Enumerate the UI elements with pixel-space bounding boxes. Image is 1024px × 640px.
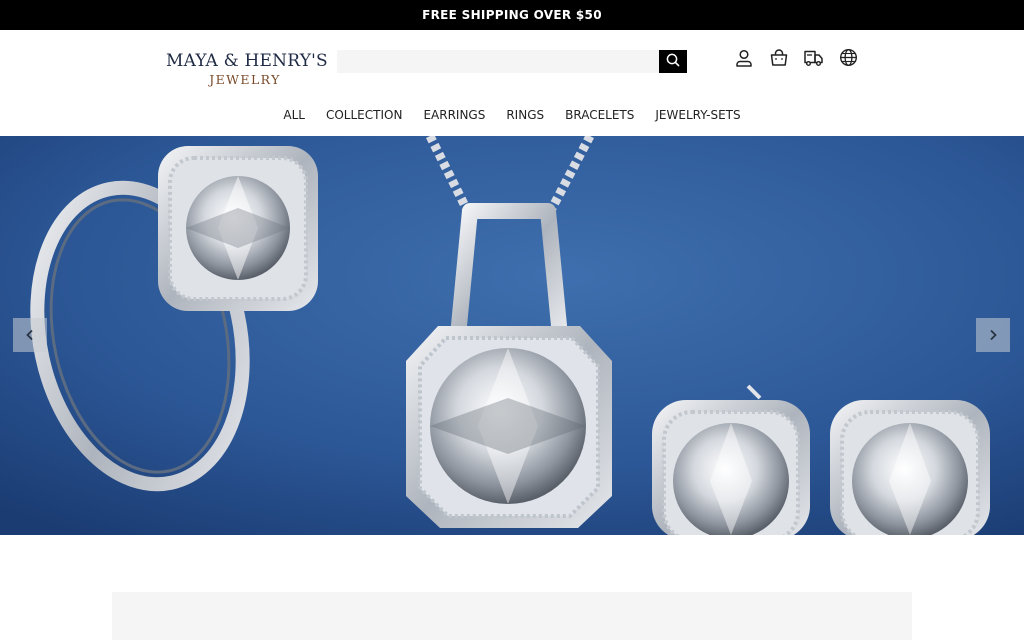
nav-item-collection[interactable]: COLLECTION — [315, 104, 412, 126]
language-button[interactable] — [837, 48, 860, 71]
account-button[interactable] — [732, 48, 755, 71]
content-section-placeholder — [112, 592, 912, 640]
logo-line-2: JEWELRY — [209, 72, 281, 87]
search-button[interactable] — [659, 50, 687, 73]
logo-line-1: MAYA & HENRY'S — [166, 51, 328, 71]
nav-item-jewelry-sets[interactable]: JEWELRY-SETS — [645, 104, 751, 126]
header-icons — [732, 48, 860, 72]
hero-prev-button[interactable] — [13, 318, 47, 352]
announcement-bar: FREE SHIPPING OVER $50 — [0, 0, 1024, 30]
search-bar — [337, 50, 687, 73]
search-icon — [666, 52, 680, 71]
main-nav: ALL COLLECTION EARRINGS RINGS BRACELETS … — [0, 104, 1024, 126]
hero-slider — [0, 136, 1024, 535]
chevron-left-icon — [25, 326, 35, 345]
truck-icon — [803, 48, 824, 72]
nav-item-earrings[interactable]: EARRINGS — [413, 104, 496, 126]
search-input[interactable] — [337, 50, 659, 73]
order-tracking-button[interactable] — [802, 48, 825, 71]
announcement-text: FREE SHIPPING OVER $50 — [422, 8, 602, 22]
brand-logo[interactable]: MAYA & HENRY'S JEWELRY — [166, 50, 328, 92]
hero-image — [0, 136, 1024, 535]
nav-item-all[interactable]: ALL — [273, 104, 316, 126]
bag-icon — [769, 48, 789, 72]
user-icon — [734, 48, 754, 72]
nav-item-bracelets[interactable]: BRACELETS — [555, 104, 645, 126]
nav-item-rings[interactable]: RINGS — [496, 104, 555, 126]
cart-button[interactable] — [767, 48, 790, 71]
chevron-right-icon — [988, 326, 998, 345]
globe-icon — [839, 48, 858, 71]
hero-next-button[interactable] — [976, 318, 1010, 352]
site-header: MAYA & HENRY'S JEWELRY ALL COLLECTION EA… — [0, 30, 1024, 136]
